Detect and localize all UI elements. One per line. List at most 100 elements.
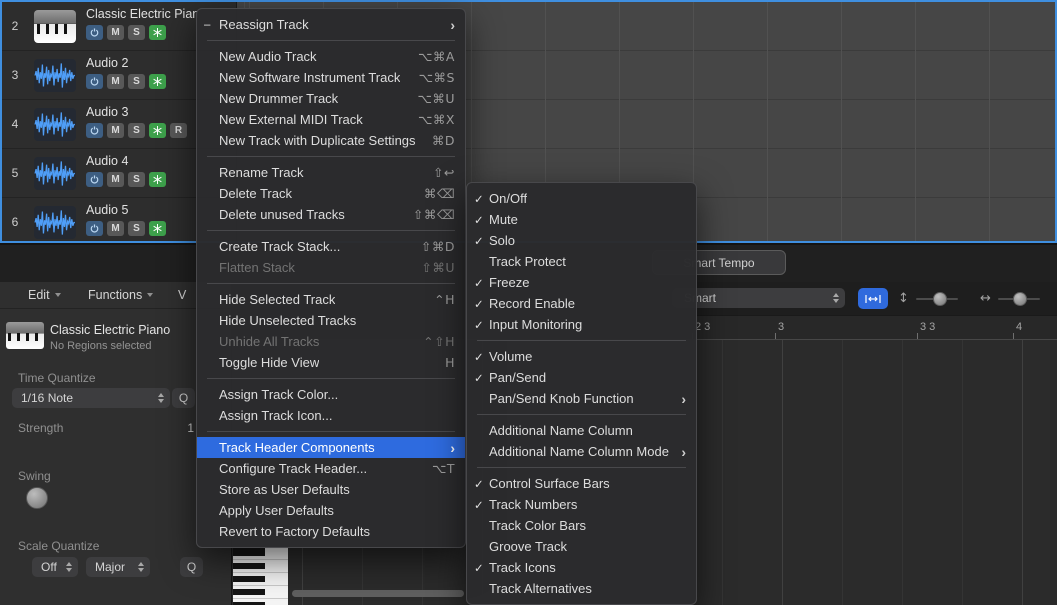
logic-pro-window: 2 Classic Electric Piano M S 3 Audio 2 M… (0, 0, 1057, 605)
menu-separator (477, 414, 686, 415)
solo-button[interactable]: S (128, 221, 145, 236)
freeze-button[interactable] (149, 25, 166, 40)
swing-label: Swing (18, 469, 51, 483)
menu-item-configure-track-header[interactable]: Configure Track Header...⌥T (197, 458, 465, 479)
submenu-item-groove-track[interactable]: Groove Track (467, 536, 696, 557)
power-icon (90, 28, 99, 37)
track-onoff-button[interactable] (86, 74, 103, 89)
scale-root-popup[interactable]: Off (32, 557, 78, 577)
edit-menu-label: Edit (28, 288, 50, 302)
solo-button[interactable]: S (128, 172, 145, 187)
waveform-icon (34, 108, 76, 141)
piano-icon (6, 322, 44, 349)
menu-item-flatten-stack[interactable]: Flatten Stack⇧⌘U (197, 257, 465, 278)
submenu-item-additional-name-column-mode[interactable]: Additional Name Column Mode (467, 441, 696, 462)
time-quantize-apply-button[interactable]: Q (172, 388, 195, 408)
solo-button[interactable]: S (128, 123, 145, 138)
scale-type-popup[interactable]: Major (86, 557, 150, 577)
stepper-icon (137, 562, 145, 572)
submenu-arrow-icon (681, 445, 686, 459)
menu-item-revert-to-factory-defaults[interactable]: Revert to Factory Defaults (197, 521, 465, 542)
menu-item-assign-track-color[interactable]: Assign Track Color... (197, 384, 465, 405)
checkmark-icon (474, 213, 489, 227)
freeze-button[interactable] (149, 221, 166, 236)
catch-playhead-button[interactable] (858, 288, 888, 309)
submenu-item-record-enable[interactable]: Record Enable (467, 293, 696, 314)
submenu-item-input-monitoring[interactable]: Input Monitoring (467, 314, 696, 335)
time-quantize-label: Time Quantize (18, 371, 96, 385)
track-number: 6 (2, 198, 28, 243)
track-onoff-button[interactable] (86, 123, 103, 138)
checkmark-icon (474, 350, 489, 364)
freeze-button[interactable] (149, 123, 166, 138)
track-onoff-button[interactable] (86, 25, 103, 40)
menu-item-new-software-instrument-track[interactable]: New Software Instrument Track⌥⌘S (197, 67, 465, 88)
menu-item-hide-selected-track[interactable]: Hide Selected Track⌃H (197, 289, 465, 310)
submenu-item-pan-send-knob-function[interactable]: Pan/Send Knob Function (467, 388, 696, 409)
menu-item-track-header-components[interactable]: Track Header Components (197, 437, 465, 458)
submenu-item-additional-name-column[interactable]: Additional Name Column (467, 420, 696, 441)
menu-item-rename-track[interactable]: Rename Track⇧↩ (197, 162, 465, 183)
time-quantize-value: 1/16 Note (21, 391, 73, 405)
submenu-item-track-alternatives[interactable]: Track Alternatives (467, 578, 696, 599)
menu-item-unhide-all-tracks[interactable]: Unhide All Tracks⌃⇧H (197, 331, 465, 352)
submenu-item-track-color-bars[interactable]: Track Color Bars (467, 515, 696, 536)
horizontal-scrollbar[interactable] (292, 590, 464, 597)
checkmark-icon (474, 561, 489, 575)
menu-item-new-drummer-track[interactable]: New Drummer Track⌥⌘U (197, 88, 465, 109)
checkmark-icon (474, 318, 489, 332)
menu-separator (207, 156, 455, 157)
smart-tempo-mode-popup[interactable]: Smart (672, 288, 845, 308)
menu-item-hide-unselected-tracks[interactable]: Hide Unselected Tracks (197, 310, 465, 331)
menu-item-delete-track[interactable]: Delete Track⌘⌫ (197, 183, 465, 204)
mute-button[interactable]: M (107, 123, 124, 138)
menu-item-create-track-stack[interactable]: Create Track Stack...⇧⌘D (197, 236, 465, 257)
functions-menu-label: Functions (88, 288, 142, 302)
freeze-button[interactable] (149, 172, 166, 187)
swing-knob[interactable] (26, 487, 48, 509)
functions-menu[interactable]: Functions (88, 288, 153, 302)
piano-keyboard[interactable] (233, 547, 288, 605)
context-menu: Reassign Track New Audio Track⌥⌘A New So… (196, 8, 466, 548)
strength-value[interactable]: 1 (158, 421, 194, 435)
mute-button[interactable]: M (107, 221, 124, 236)
submenu-item-freeze[interactable]: Freeze (467, 272, 696, 293)
submenu-item-mute[interactable]: Mute (467, 209, 696, 230)
menu-item-store-as-user-defaults[interactable]: Store as User Defaults (197, 479, 465, 500)
submenu-item-track-protect[interactable]: Track Protect (467, 251, 696, 272)
mute-button[interactable]: M (107, 74, 124, 89)
menu-item-delete-unused-tracks[interactable]: Delete unused Tracks⇧⌘⌫ (197, 204, 465, 225)
mute-button[interactable]: M (107, 172, 124, 187)
submenu-item-volume[interactable]: Volume (467, 346, 696, 367)
submenu-item-on-off[interactable]: On/Off (467, 188, 696, 209)
menu-item-new-track-duplicate-settings[interactable]: New Track with Duplicate Settings⌘D (197, 130, 465, 151)
record-enable-button[interactable]: R (170, 123, 187, 138)
track-onoff-button[interactable] (86, 221, 103, 236)
menu-item-new-external-midi-track[interactable]: New External MIDI Track⌥⌘X (197, 109, 465, 130)
vertical-zoom-thumb[interactable] (933, 292, 947, 306)
submenu-arrow-icon (450, 18, 455, 32)
freeze-button[interactable] (149, 74, 166, 89)
menu-item-assign-track-icon[interactable]: Assign Track Icon... (197, 405, 465, 426)
snowflake-icon (153, 126, 162, 135)
submenu-arrow-icon (681, 392, 686, 406)
submenu-item-solo[interactable]: Solo (467, 230, 696, 251)
submenu-item-track-numbers[interactable]: Track Numbers (467, 494, 696, 515)
checkmark-icon (474, 297, 489, 311)
menu-item-apply-user-defaults[interactable]: Apply User Defaults (197, 500, 465, 521)
time-quantize-popup[interactable]: 1/16 Note (12, 388, 170, 408)
scale-quantize-apply-button[interactable]: Q (180, 557, 203, 577)
mute-button[interactable]: M (107, 25, 124, 40)
menu-item-new-audio-track[interactable]: New Audio Track⌥⌘A (197, 46, 465, 67)
solo-button[interactable]: S (128, 74, 145, 89)
track-onoff-button[interactable] (86, 172, 103, 187)
view-menu[interactable]: V (178, 288, 186, 302)
horizontal-zoom-thumb[interactable] (1013, 292, 1027, 306)
solo-button[interactable]: S (128, 25, 145, 40)
submenu-item-pan-send[interactable]: Pan/Send (467, 367, 696, 388)
submenu-item-control-surface-bars[interactable]: Control Surface Bars (467, 473, 696, 494)
menu-item-toggle-hide-view[interactable]: Toggle Hide ViewH (197, 352, 465, 373)
edit-menu[interactable]: Edit (28, 288, 61, 302)
menu-item-reassign-track[interactable]: Reassign Track (197, 14, 465, 35)
submenu-item-track-icons[interactable]: Track Icons (467, 557, 696, 578)
